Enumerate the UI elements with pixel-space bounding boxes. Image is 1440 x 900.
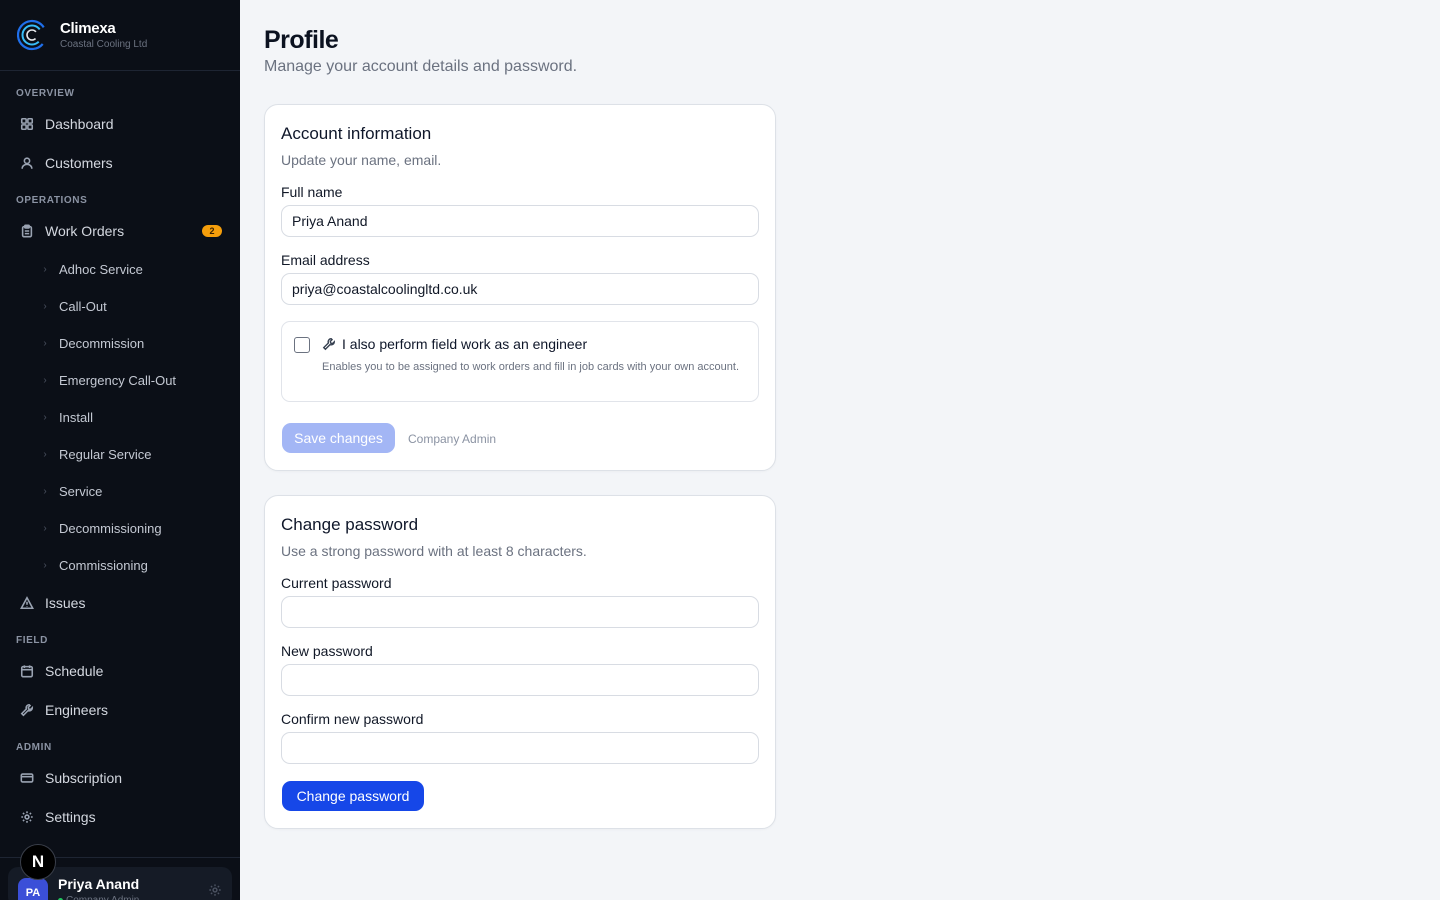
confirm-password-label: Confirm new password — [281, 711, 424, 727]
chevron-right-icon: › — [43, 448, 47, 460]
sidebar-subitem-service[interactable]: › Service — [38, 477, 228, 505]
sidebar-item-label: Dashboard — [45, 116, 114, 132]
sidebar-subitem-adhoc-service[interactable]: › Adhoc Service — [38, 255, 228, 283]
section-admin: ADMIN — [16, 742, 52, 753]
warning-triangle-icon — [20, 596, 34, 610]
sidebar-subitem-install[interactable]: › Install — [38, 403, 228, 431]
engineer-checkbox[interactable] — [294, 337, 310, 353]
card-title: Account information — [281, 124, 432, 143]
sidebar-item-work-orders[interactable]: Work Orders 2 — [8, 214, 232, 248]
sidebar-item-subscription[interactable]: Subscription — [8, 761, 232, 795]
user-name: Priya Anand — [58, 876, 140, 892]
sidebar-item-label: Settings — [45, 809, 96, 825]
wrench-icon — [20, 703, 34, 717]
user-role: Company Admin — [66, 895, 139, 900]
user-settings-gear-icon[interactable] — [208, 883, 222, 897]
clipboard-icon — [20, 224, 34, 238]
full-name-label: Full name — [281, 184, 343, 200]
gear-icon — [20, 810, 34, 824]
user-role-line: Company Admin — [58, 895, 139, 900]
sidebar-subitem-label: Regular Service — [59, 446, 152, 462]
sidebar-item-label: Schedule — [45, 663, 104, 679]
engineer-option-description: Enables you to be assigned to work order… — [322, 361, 740, 373]
user-icon — [20, 156, 34, 170]
sidebar-subitem-emergency-call-out[interactable]: › Emergency Call-Out — [38, 366, 228, 394]
confirm-password-input[interactable] — [281, 732, 759, 764]
save-changes-button[interactable]: Save changes — [282, 423, 395, 453]
new-password-label: New password — [281, 643, 373, 659]
current-password-label: Current password — [281, 575, 392, 591]
brand[interactable]: Climexa Coastal Cooling Ltd — [0, 0, 240, 71]
sidebar-item-issues[interactable]: Issues — [8, 586, 232, 620]
card-subtitle: Use a strong password with at least 8 ch… — [281, 543, 587, 559]
sidebar-subitem-label: Adhoc Service — [59, 261, 143, 277]
sidebar-subitem-label: Decommissioning — [59, 520, 162, 536]
section-operations: OPERATIONS — [16, 195, 88, 206]
full-name-input[interactable] — [281, 205, 759, 237]
account-information-card: Account information Update your name, em… — [264, 104, 776, 471]
sidebar-item-label: Subscription — [45, 770, 123, 786]
new-password-input[interactable] — [281, 664, 759, 696]
chevron-right-icon: › — [43, 300, 47, 312]
email-input[interactable] — [281, 273, 759, 305]
sidebar-subitem-label: Call-Out — [59, 298, 107, 314]
engineer-option-title-row: I also perform field work as an engineer — [322, 336, 587, 352]
wrench-icon — [322, 338, 335, 351]
card-subtitle: Update your name, email. — [281, 152, 442, 168]
sidebar-subitem-commissioning[interactable]: › Commissioning — [38, 551, 228, 579]
sidebar-subitem-label: Emergency Call-Out — [59, 372, 177, 388]
page-title: Profile — [264, 26, 339, 54]
sidebar-item-engineers[interactable]: Engineers — [8, 693, 232, 727]
change-password-button[interactable]: Change password — [282, 781, 424, 811]
card-title: Change password — [281, 515, 419, 534]
sidebar-subitem-regular-service[interactable]: › Regular Service — [38, 440, 228, 468]
company-name: Coastal Cooling Ltd — [60, 39, 148, 50]
sidebar-subitem-label: Service — [59, 483, 103, 499]
chevron-right-icon: › — [43, 485, 47, 497]
role-hint: Company Admin — [408, 432, 497, 446]
page-subtitle: Manage your account details and password… — [264, 58, 578, 75]
climexa-logo-icon — [16, 19, 48, 51]
engineer-option-panel[interactable]: I also perform field work as an engineer… — [281, 321, 759, 402]
chevron-right-icon: › — [43, 263, 47, 275]
sidebar-item-label: Work Orders — [45, 223, 125, 239]
engineer-option-title: I also perform field work as an engineer — [342, 336, 588, 352]
work-orders-count-badge: 2 — [202, 225, 222, 237]
dashboard-grid-icon — [20, 117, 34, 131]
chevron-right-icon: › — [43, 522, 47, 534]
calendar-icon — [20, 664, 34, 678]
sidebar-item-settings[interactable]: Settings — [8, 800, 232, 834]
sidebar-item-label: Engineers — [45, 702, 109, 718]
sidebar-subitem-decommission[interactable]: › Decommission — [38, 329, 228, 357]
avatar: PA — [18, 878, 48, 900]
sidebar-subitem-label: Install — [59, 409, 93, 425]
current-password-input[interactable] — [281, 596, 759, 628]
change-password-card: Change password Use a strong password wi… — [264, 495, 776, 829]
chevron-right-icon: › — [43, 559, 47, 571]
chevron-right-icon: › — [43, 374, 47, 386]
sidebar-subitem-label: Commissioning — [59, 557, 148, 573]
credit-card-icon — [20, 771, 34, 785]
email-label: Email address — [281, 252, 370, 268]
sidebar-item-label: Customers — [45, 155, 113, 171]
sidebar-subitem-decommissioning[interactable]: › Decommissioning — [38, 514, 228, 542]
sidebar-item-schedule[interactable]: Schedule — [8, 654, 232, 688]
sidebar-item-customers[interactable]: Customers — [8, 146, 232, 180]
sidebar: Climexa Coastal Cooling Ltd OVERVIEW Das… — [0, 0, 240, 900]
sidebar-item-label: Issues — [45, 595, 86, 611]
brand-name: Climexa — [60, 20, 116, 37]
chevron-right-icon: › — [43, 411, 47, 423]
sidebar-item-dashboard[interactable]: Dashboard — [8, 107, 232, 141]
sidebar-subitem-label: Decommission — [59, 335, 145, 351]
chevron-right-icon: › — [43, 337, 47, 349]
nextjs-dev-indicator[interactable]: N — [20, 844, 56, 880]
section-overview: OVERVIEW — [16, 88, 75, 99]
sidebar-subitem-call-out[interactable]: › Call-Out — [38, 292, 228, 320]
section-field: FIELD — [16, 635, 48, 646]
